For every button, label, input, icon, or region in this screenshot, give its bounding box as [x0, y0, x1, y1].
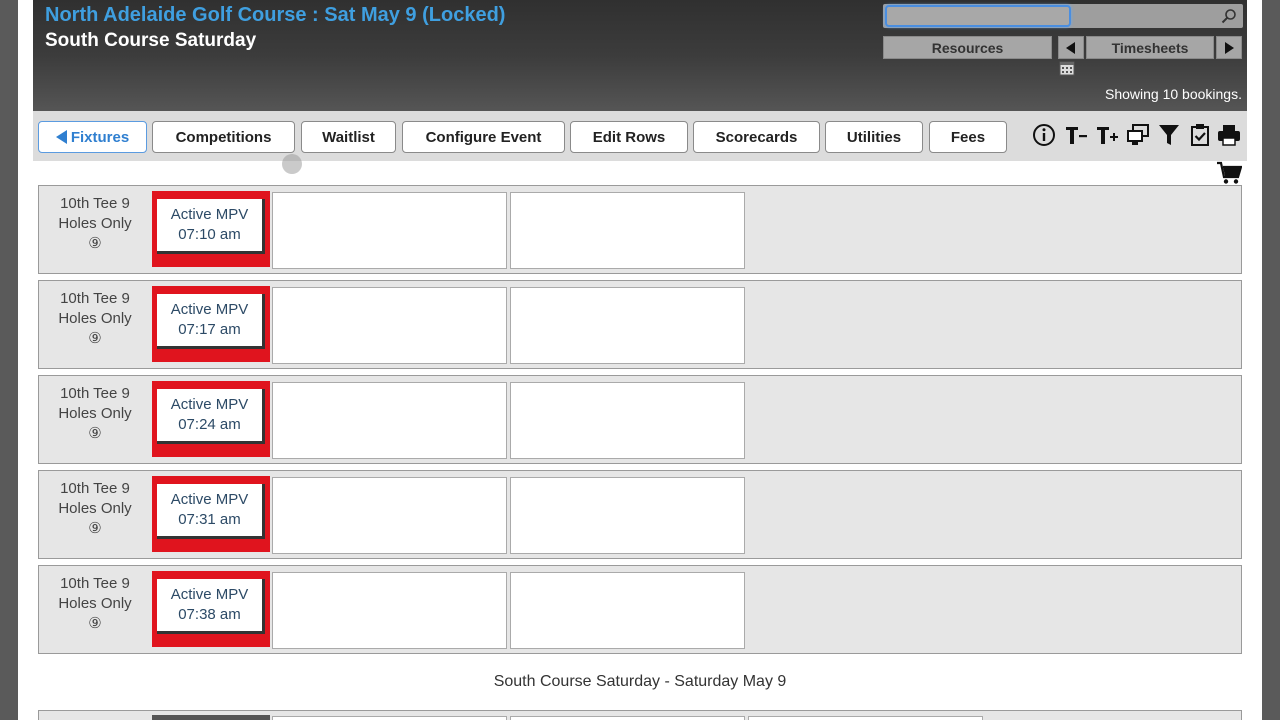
timesheets-button[interactable]: Timesheets	[1086, 36, 1214, 59]
nine-holes-icon: ⑨	[88, 425, 102, 442]
resources-button[interactable]: Resources	[883, 36, 1052, 59]
empty-slot[interactable]	[510, 572, 745, 649]
tee-label: 10th Tee 9 Holes Only ⑨	[43, 479, 147, 539]
empty-slot[interactable]	[272, 477, 507, 554]
tee-label: 10th Tee 9 Holes Only ⑨	[43, 574, 147, 634]
waitlist-button[interactable]: Waitlist	[301, 121, 396, 153]
monitor-icon[interactable]	[1126, 123, 1150, 147]
booking-slot[interactable]: Active MPV 07:38 am	[157, 579, 265, 634]
tee-label: 10th Tee 9 Holes Only ⑨	[43, 289, 147, 349]
tee-time-row: 10th Tee 9 Holes Only ⑨ Active MPV 07:38…	[38, 565, 1242, 654]
slot-time: 07:31 am	[178, 511, 241, 528]
slot-time: 07:17 am	[178, 321, 241, 338]
booking-slot[interactable]: Active MPV 07:24 am	[157, 389, 265, 444]
tee-time-row: 10th Tee 9 Holes Only ⑨ Active MPV 07:24…	[38, 375, 1242, 464]
active-slot[interactable]: Active MPV 07:38 am	[152, 571, 270, 647]
section-title: South Course Saturday - Saturday May 9	[493, 673, 787, 690]
empty-slot[interactable]	[272, 287, 507, 364]
active-slot[interactable]: Active MPV 07:17 am	[152, 286, 270, 362]
text-decrease-icon[interactable]	[1064, 123, 1088, 147]
search-icon[interactable]	[1221, 8, 1237, 24]
empty-slot[interactable]	[510, 287, 745, 364]
fixtures-button[interactable]: Fixtures	[38, 121, 147, 153]
empty-slot[interactable]	[272, 716, 507, 720]
empty-slot[interactable]	[510, 716, 745, 720]
nine-holes-icon: ⑨	[88, 235, 102, 252]
empty-slot[interactable]	[510, 477, 745, 554]
tee-label: 10th Tee 9 Holes Only ⑨	[43, 384, 147, 444]
filter-icon[interactable]	[1157, 123, 1181, 147]
booking-slot[interactable]	[152, 715, 270, 720]
empty-slot[interactable]	[748, 716, 983, 720]
page: North Adelaide Golf Course : Sat May 9 (…	[18, 0, 1262, 720]
tee-name: 10th Tee 9	[60, 195, 130, 212]
tee-holes: Holes Only	[58, 595, 132, 612]
slot-status: Active MPV	[170, 206, 249, 223]
bookings-count: Showing 10 bookings.	[1105, 86, 1242, 102]
tee-name: 10th Tee 9	[60, 290, 130, 307]
empty-slot[interactable]	[510, 382, 745, 459]
tee-name: 10th Tee 9	[60, 480, 130, 497]
calendar-icon[interactable]	[1059, 60, 1075, 76]
page-title: North Adelaide Golf Course : Sat May 9 (…	[45, 4, 506, 26]
fees-button[interactable]: Fees	[929, 121, 1007, 153]
loading-indicator	[282, 154, 302, 174]
booking-slot[interactable]: Active MPV 07:17 am	[157, 294, 265, 349]
booking-slot[interactable]: Active MPV 07:10 am	[157, 199, 265, 254]
nine-holes-icon: ⑨	[88, 520, 102, 537]
competitions-button[interactable]: Competitions	[152, 121, 295, 153]
booking-slot[interactable]: Active MPV 07:31 am	[157, 484, 265, 539]
empty-slot[interactable]	[272, 192, 507, 269]
previous-day-button[interactable]	[1058, 36, 1084, 59]
info-icon[interactable]	[1032, 123, 1056, 147]
tee-label: 10th Tee 9 Holes Only ⑨	[43, 194, 147, 254]
search-input[interactable]	[885, 5, 1071, 27]
active-slot[interactable]: Active MPV 07:10 am	[152, 191, 270, 267]
tee-holes: Holes Only	[58, 405, 132, 422]
tee-time-row: 10th Tee 9 Holes Only ⑨ Active MPV 07:17…	[38, 280, 1242, 369]
active-slot[interactable]: Active MPV 07:24 am	[152, 381, 270, 457]
tee-name: 10th Tee 9	[60, 385, 130, 402]
tee-holes: Holes Only	[58, 310, 132, 327]
text-increase-icon[interactable]	[1095, 123, 1119, 147]
slot-status: Active MPV	[170, 301, 249, 318]
search-box	[883, 4, 1243, 28]
empty-slot[interactable]	[272, 382, 507, 459]
header-bar: North Adelaide Golf Course : Sat May 9 (…	[33, 0, 1247, 111]
scorecards-button[interactable]: Scorecards	[693, 121, 820, 153]
slot-status: Active MPV	[170, 491, 249, 508]
tee-holes: Holes Only	[58, 500, 132, 517]
utilities-button[interactable]: Utilities	[825, 121, 923, 153]
empty-slot[interactable]	[272, 572, 507, 649]
back-arrow-icon	[55, 130, 67, 144]
nine-holes-icon: ⑨	[88, 330, 102, 347]
chevron-right-icon	[1225, 41, 1234, 54]
edit-rows-button[interactable]: Edit Rows	[570, 121, 688, 153]
tee-holes: Holes Only	[58, 215, 132, 232]
toolbar: Fixtures Competitions Waitlist Configure…	[33, 111, 1247, 161]
tee-time-row: 10th Tee 9 Holes Only ⑨ Active MPV 07:10…	[38, 185, 1242, 274]
active-slot[interactable]: Active MPV 07:31 am	[152, 476, 270, 552]
tee-time-row: 10th Tee 9 Holes Only ⑨ Active MPV 07:31…	[38, 470, 1242, 559]
checklist-icon[interactable]	[1188, 123, 1212, 147]
tee-name: 10th Tee 9	[60, 575, 130, 592]
slot-time: 07:24 am	[178, 416, 241, 433]
empty-slot[interactable]	[510, 192, 745, 269]
slot-time: 07:38 am	[178, 606, 241, 623]
tee-time-row	[38, 710, 1242, 720]
page-subtitle: South Course Saturday	[45, 30, 257, 51]
next-day-button[interactable]	[1216, 36, 1242, 59]
cart-icon[interactable]	[1216, 161, 1242, 185]
fixtures-label: Fixtures	[70, 128, 130, 146]
nine-holes-icon: ⑨	[88, 615, 102, 632]
slot-status: Active MPV	[170, 396, 249, 413]
chevron-left-icon	[1066, 41, 1075, 54]
slot-status: Active MPV	[170, 586, 249, 603]
slot-time: 07:10 am	[178, 226, 241, 243]
print-icon[interactable]	[1217, 123, 1241, 147]
configure-event-button[interactable]: Configure Event	[402, 121, 565, 153]
